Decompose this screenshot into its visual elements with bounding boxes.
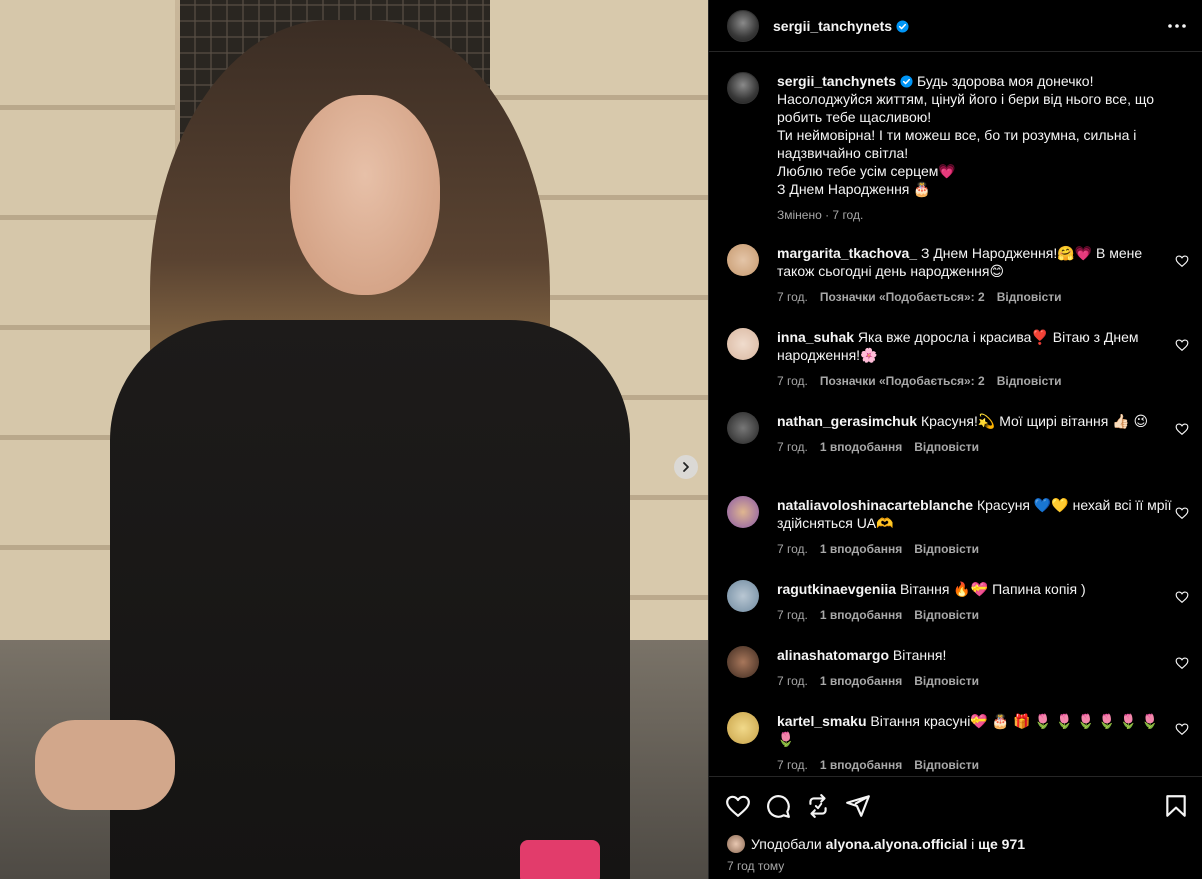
commenter-username[interactable]: inna_suhak	[777, 329, 854, 345]
chevron-right-icon	[683, 462, 689, 472]
commenter-username[interactable]: nathan_gerasimchuk	[777, 413, 917, 429]
commenter-avatar[interactable]	[727, 712, 759, 744]
comment-time: 7 год.	[777, 608, 808, 622]
reply-button[interactable]: Відповісти	[914, 440, 979, 454]
caption-line: Насолоджуйся життям, цінуй його і бери в…	[777, 91, 1154, 125]
reply-button[interactable]: Відповісти	[914, 542, 979, 556]
comment-text: Вітання!	[892, 647, 947, 663]
comment-likes[interactable]: 1 вподобання	[820, 758, 902, 772]
photo-jacket	[110, 320, 630, 879]
bookmark-icon[interactable]	[1163, 793, 1189, 819]
comment-text: Красуня!💫 Мої щирі вітання 👍🏻 😉	[920, 413, 1149, 429]
repost-icon[interactable]	[805, 793, 831, 819]
comment-likes[interactable]: 1 вподобання	[820, 542, 902, 556]
likes-prefix: Уподобали	[751, 836, 822, 852]
comment-likes[interactable]: 1 вподобання	[820, 608, 902, 622]
heart-icon[interactable]	[1175, 422, 1189, 436]
heart-icon[interactable]	[1175, 254, 1189, 268]
likes-middle: і	[971, 836, 975, 852]
photo-phone	[520, 840, 600, 879]
reply-button[interactable]: Відповісти	[914, 608, 979, 622]
comment-time: 7 год.	[777, 290, 808, 304]
caption-text: sergii_tanchynets Будь здорова моя донеч…	[777, 72, 1187, 198]
commenter-username[interactable]: alinashatomargo	[777, 647, 889, 663]
comment-time: 7 год.	[777, 758, 808, 772]
commenter-avatar[interactable]	[727, 580, 759, 612]
commenter-avatar[interactable]	[727, 328, 759, 360]
heart-icon[interactable]	[1175, 338, 1189, 352]
author-username[interactable]: sergii_tanchynets	[773, 18, 909, 34]
comment-item: inna_suhak Яка вже доросла і красива❣️ В…	[727, 328, 1202, 388]
comment-item: nataliavoloshinacarteblanche Красуня 💙💛 …	[727, 496, 1202, 556]
commenter-username[interactable]: kartel_smaku	[777, 713, 867, 729]
comment-likes[interactable]: 1 вподобання	[820, 674, 902, 688]
commenter-avatar[interactable]	[727, 412, 759, 444]
reply-button[interactable]: Відповісти	[914, 758, 979, 772]
likes-summary: Уподобали alyona.alyona.official і ще 97…	[727, 835, 1025, 853]
commenter-username[interactable]: nataliavoloshinacarteblanche	[777, 497, 973, 513]
post-caption: sergii_tanchynets Будь здорова моя донеч…	[727, 72, 1187, 222]
post-header: sergii_tanchynets	[709, 0, 1202, 52]
heart-icon[interactable]	[1175, 656, 1189, 670]
comment-item: ragutkinaevgeniia Вітання 🔥💝 Папина копі…	[727, 580, 1202, 622]
reply-button[interactable]: Відповісти	[997, 290, 1062, 304]
likes-count[interactable]: ще 971	[978, 836, 1025, 852]
verified-badge-icon	[900, 75, 913, 88]
liker-username[interactable]: alyona.alyona.official	[826, 836, 968, 852]
photo-arm	[35, 720, 175, 810]
heart-icon[interactable]	[1175, 590, 1189, 604]
verified-badge-icon	[896, 19, 909, 33]
more-options-icon	[1168, 24, 1186, 28]
post-photo	[0, 0, 708, 879]
post-actions: Уподобали alyona.alyona.official і ще 97…	[709, 776, 1202, 879]
post-timestamp[interactable]: 7 год тому	[727, 859, 784, 873]
commenter-username[interactable]: margarita_tkachova_	[777, 245, 917, 261]
comment-item: margarita_tkachova_ З Днем Народження!🤗💗…	[727, 244, 1202, 304]
caption-line: З Днем Народження 🎂	[777, 181, 931, 197]
caption-line: Люблю тебе усім серцем💗	[777, 163, 956, 179]
reply-button[interactable]: Відповісти	[914, 674, 979, 688]
heart-icon[interactable]	[725, 793, 751, 819]
photo-face	[290, 95, 440, 295]
comment-time: 7 год.	[777, 542, 808, 556]
comment-likes[interactable]: Позначки «Подобається»: 2	[820, 290, 985, 304]
commenter-avatar[interactable]	[727, 244, 759, 276]
caption-edited-meta: Змінено · 7 год.	[777, 208, 864, 222]
comment-time: 7 год.	[777, 674, 808, 688]
post-side-panel: sergii_tanchynets sergii_tanchynets Будь…	[708, 0, 1202, 879]
heart-icon[interactable]	[1175, 506, 1189, 520]
heart-icon[interactable]	[1175, 722, 1189, 736]
caption-author-avatar[interactable]	[727, 72, 759, 104]
comment-item: kartel_smaku Вітання красуні💝 🎂 🎁 🌷 🌷 🌷 …	[727, 712, 1202, 772]
comment-likes[interactable]: 1 вподобання	[820, 440, 902, 454]
comment-item: alinashatomargo Вітання! 7 год. 1 вподоба…	[727, 646, 1202, 688]
commenter-username[interactable]: ragutkinaevgeniia	[777, 581, 896, 597]
reply-button[interactable]: Відповісти	[997, 374, 1062, 388]
send-icon[interactable]	[845, 793, 871, 819]
caption-line: Ти неймовірна! І ти можеш все, бо ти роз…	[777, 127, 1137, 161]
commenter-avatar[interactable]	[727, 646, 759, 678]
author-avatar[interactable]	[727, 9, 759, 42]
comment-item: nathan_gerasimchuk Красуня!💫 Мої щирі ві…	[727, 412, 1202, 454]
caption-username[interactable]: sergii_tanchynets	[777, 73, 896, 89]
caption-line: Будь здорова моя донечко!	[916, 73, 1094, 89]
comment-icon[interactable]	[765, 793, 791, 819]
comment-likes[interactable]: Позначки «Подобається»: 2	[820, 374, 985, 388]
next-photo-button[interactable]	[674, 455, 698, 479]
comment-time: 7 год.	[777, 374, 808, 388]
comment-time: 7 год.	[777, 440, 808, 454]
commenter-avatar[interactable]	[727, 496, 759, 528]
comment-text: Вітання 🔥💝 Папина копія )	[899, 581, 1086, 597]
more-options-button[interactable]	[1165, 14, 1189, 38]
liker-avatar[interactable]	[727, 835, 745, 853]
